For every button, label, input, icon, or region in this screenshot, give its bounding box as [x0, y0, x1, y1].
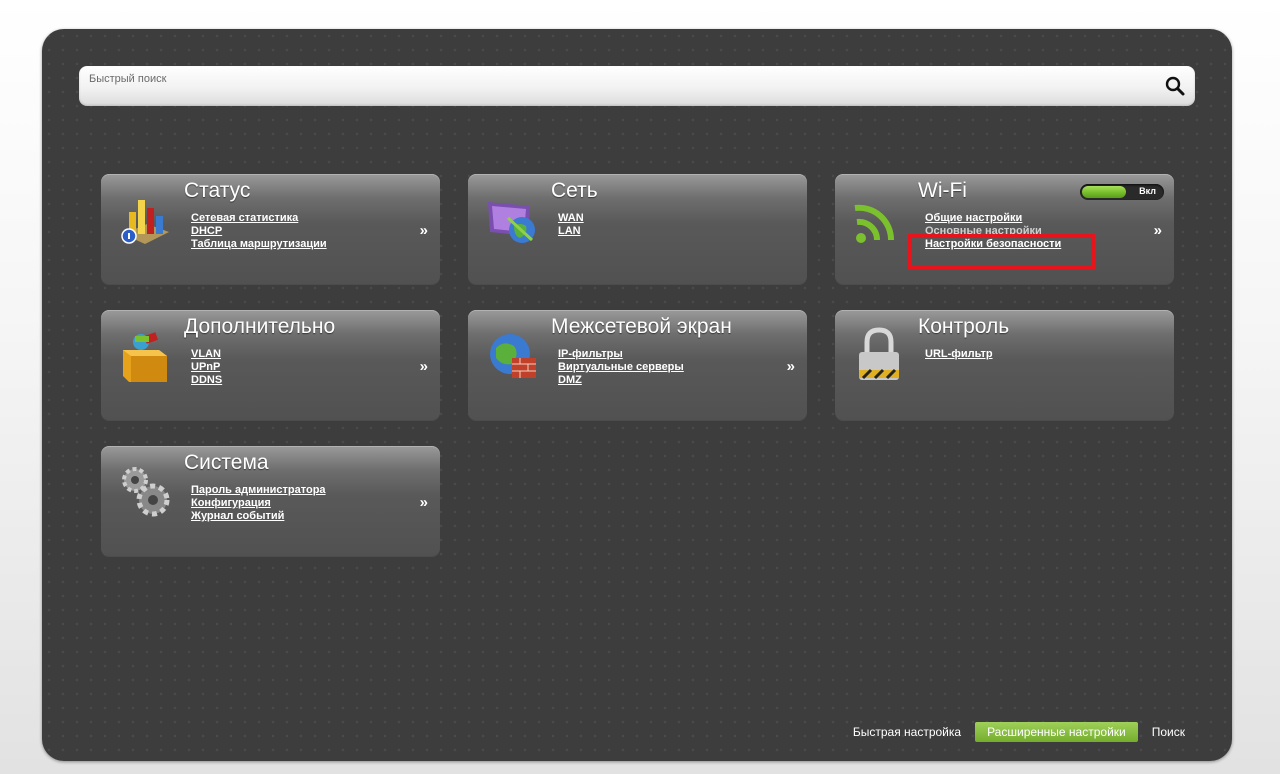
link-url-filter[interactable]: URL-фильтр [925, 348, 993, 361]
link-ip-filters[interactable]: IP-фильтры [558, 348, 684, 361]
card-system: Система Пароль администратора Конфигурац… [101, 446, 440, 556]
card-advanced-arrow[interactable]: » [420, 358, 428, 375]
link-upnp[interactable]: UPnP [191, 361, 222, 374]
card-system-title: Система [184, 451, 269, 474]
wifi-toggle-label: Вкл [1139, 186, 1156, 196]
search-icon[interactable] [1163, 74, 1187, 98]
footer-nav: Быстрая настройка Расширенные настройки … [853, 722, 1185, 742]
link-network-statistics[interactable]: Сетевая статистика [191, 212, 327, 225]
card-firewall: Межсетевой экран IP-фильтры Виртуальные … [468, 310, 807, 420]
card-wifi-arrow[interactable]: » [1154, 222, 1162, 239]
card-wifi-title: Wi-Fi [918, 179, 967, 202]
card-control-title: Контроль [918, 315, 1010, 338]
link-dmz[interactable]: DMZ [558, 374, 684, 387]
search-link[interactable]: Поиск [1152, 725, 1185, 739]
wifi-icon [849, 188, 911, 250]
advanced-settings-tab[interactable]: Расширенные настройки [975, 722, 1138, 742]
link-configuration[interactable]: Конфигурация [191, 497, 326, 510]
firewall-icon [482, 324, 544, 386]
link-ddns[interactable]: DDNS [191, 374, 222, 387]
card-control-links: URL-фильтр [925, 348, 993, 361]
card-firewall-links: IP-фильтры Виртуальные серверы DMZ [558, 348, 684, 387]
padlock-icon [849, 324, 911, 386]
bar-chart-icon [115, 188, 177, 250]
card-advanced-links: VLAN UPnP DDNS [191, 348, 222, 387]
card-system-links: Пароль администратора Конфигурация Журна… [191, 484, 326, 523]
link-virtual-servers[interactable]: Виртуальные серверы [558, 361, 684, 374]
main-panel: Статус Сетевая статистика DHCP Таблица м… [42, 29, 1232, 761]
link-vlan[interactable]: VLAN [191, 348, 222, 361]
card-status-arrow[interactable]: » [420, 222, 428, 239]
link-routing-table[interactable]: Таблица маршрутизации [191, 238, 327, 251]
card-system-arrow[interactable]: » [420, 494, 428, 511]
gears-icon [115, 460, 177, 522]
card-status: Статус Сетевая статистика DHCP Таблица м… [101, 174, 440, 284]
link-wifi-general-settings[interactable]: Общие настройки [925, 212, 1061, 225]
card-advanced: Дополнительно VLAN UPnP DDNS » [101, 310, 440, 420]
card-network-links: WAN LAN [558, 212, 584, 238]
toolbox-icon [115, 324, 177, 386]
security-settings-highlight [908, 234, 1095, 269]
card-firewall-title: Межсетевой экран [551, 315, 732, 338]
card-advanced-title: Дополнительно [184, 315, 336, 338]
link-event-log[interactable]: Журнал событий [191, 510, 326, 523]
wifi-toggle-knob [1082, 186, 1126, 198]
card-status-title: Статус [184, 179, 251, 202]
quick-search-bar [79, 66, 1195, 106]
link-wan[interactable]: WAN [558, 212, 584, 225]
link-lan[interactable]: LAN [558, 225, 584, 238]
card-status-links: Сетевая статистика DHCP Таблица маршрути… [191, 212, 327, 251]
network-globe-icon [482, 188, 544, 250]
card-firewall-arrow[interactable]: » [787, 358, 795, 375]
quick-search-input[interactable] [79, 66, 1149, 90]
card-wifi: Wi-Fi Вкл Общие настройки Основные настр… [835, 174, 1174, 284]
card-network: Сеть WAN LAN [468, 174, 807, 284]
card-network-title: Сеть [551, 179, 598, 202]
card-control: Контроль URL-фильтр [835, 310, 1174, 420]
link-dhcp[interactable]: DHCP [191, 225, 327, 238]
quick-setup-link[interactable]: Быстрая настройка [853, 725, 961, 739]
wifi-toggle[interactable]: Вкл [1080, 184, 1164, 200]
link-admin-password[interactable]: Пароль администратора [191, 484, 326, 497]
